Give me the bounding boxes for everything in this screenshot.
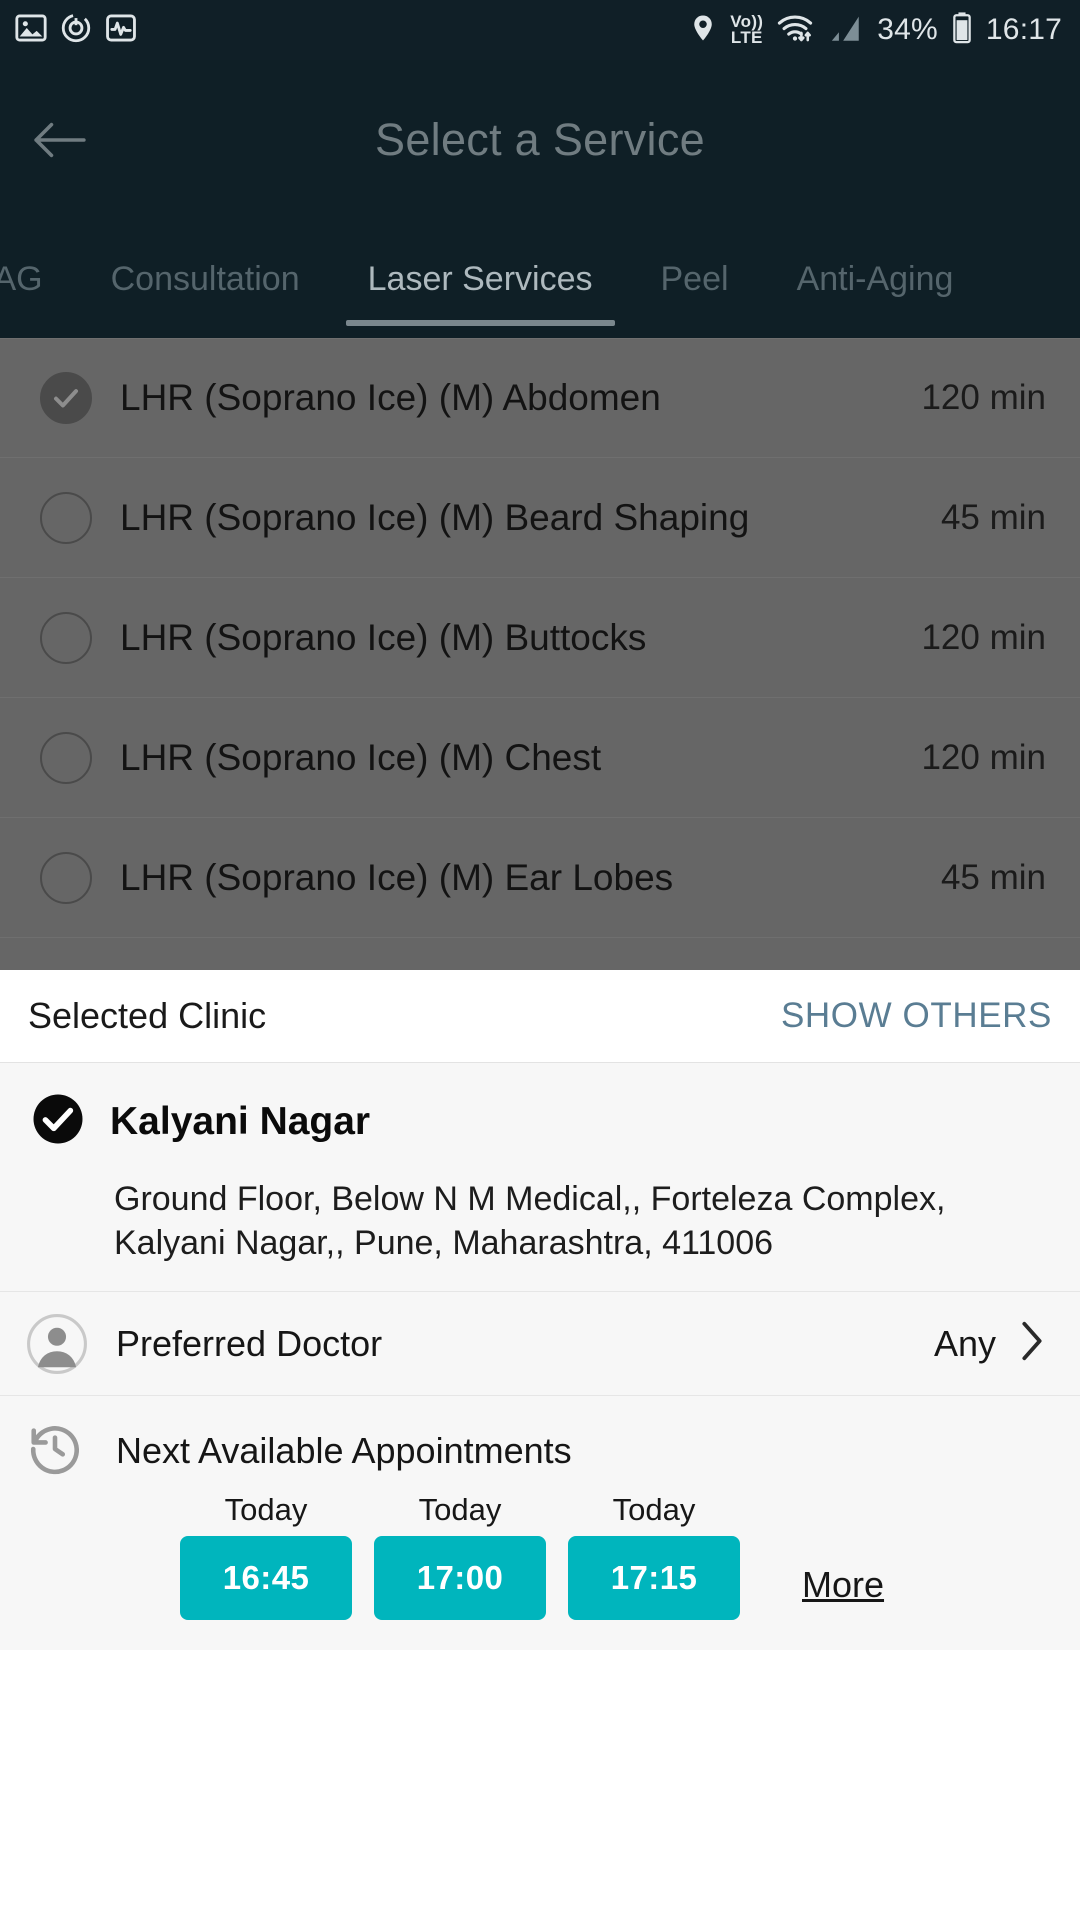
tab-label: Anti-Aging (796, 259, 954, 298)
status-bar: Vo)) LTE 34% 16:17 (0, 0, 1080, 60)
status-bar-notifications (14, 11, 138, 50)
battery-percent-label: 34% (877, 13, 938, 46)
preferred-doctor-value: Any (933, 1322, 996, 1364)
slot-day-label: Today (224, 1492, 308, 1528)
service-label: LHR (Soprano Ice) (M) Chest (120, 736, 602, 778)
service-radio[interactable] (40, 731, 92, 784)
service-row[interactable]: LHR (Soprano Ice) (M) Buttocks 120 min (0, 578, 1080, 698)
clinic-address: Ground Floor, Below N M Medical,, Fortel… (114, 1178, 1050, 1265)
chevron-right-icon (1018, 1318, 1046, 1369)
clinic-name: Kalyani Nagar (110, 1099, 371, 1143)
tab-laser-services[interactable]: Laser Services (334, 220, 627, 338)
appointment-slot[interactable]: Today 17:15 (568, 1492, 740, 1621)
service-radio[interactable] (40, 851, 92, 904)
clinic-address-line-1: Ground Floor, Below N M Medical,, Fortel… (114, 1180, 946, 1218)
appointment-slots[interactable]: Today 16:45 Today 17:00 Today 17:15 More (0, 1488, 1080, 1651)
timer-icon (59, 11, 93, 50)
service-list[interactable]: LHR (Soprano Ice) (M) Abdomen 120 min LH… (0, 338, 1080, 970)
preferred-doctor-row[interactable]: Preferred Doctor Any (0, 1292, 1080, 1397)
slot-time-chip[interactable]: 16:45 (180, 1536, 352, 1621)
tab-label: Peel (660, 259, 729, 298)
service-row[interactable]: LHR (Soprano Ice) (M) Fore Arms 150 min (0, 938, 1080, 970)
tab-consultation[interactable]: Consultation (77, 220, 334, 338)
service-label: LHR (Soprano Ice) (M) Ear Lobes (120, 856, 674, 898)
clinic-address-line-2: Kalyani Nagar,, Pune, Maharashtra, 41100… (114, 1223, 774, 1262)
service-label: LHR (Soprano Ice) (M) Abdomen (120, 377, 661, 418)
slot-time-chip[interactable]: 17:00 (374, 1536, 546, 1621)
appointment-slot[interactable]: Today 16:45 (180, 1492, 352, 1621)
clock-label: 16:17 (985, 13, 1062, 46)
activity-icon (104, 11, 138, 50)
volte-indicator: Vo)) LTE (730, 14, 763, 47)
slot-time-chip[interactable]: 17:15 (568, 1536, 740, 1621)
service-row[interactable]: LHR (Soprano Ice) (M) Ear Lobes 45 min (0, 818, 1080, 938)
back-button[interactable] (0, 60, 120, 220)
service-label: LHR (Soprano Ice) (M) Buttocks (120, 616, 647, 658)
service-row[interactable]: LHR (Soprano Ice) (M) Abdomen 120 min (0, 338, 1080, 458)
tab-label: Laser Services (367, 259, 593, 298)
image-icon (14, 11, 48, 50)
slot-day-label: Today (612, 1492, 696, 1528)
person-avatar-icon (26, 1313, 88, 1375)
service-duration: 45 min (940, 497, 1046, 537)
appointment-slot[interactable]: Today 17:00 (374, 1492, 546, 1621)
selected-clinic-sheet: Selected Clinic SHOW OTHERS Kalyani Naga… (0, 970, 1080, 1651)
tab-label: -YAG (0, 259, 43, 298)
slot-day-label: Today (418, 1492, 502, 1528)
show-others-button[interactable]: SHOW OTHERS (781, 996, 1052, 1036)
sheet-title: Selected Clinic (28, 995, 267, 1036)
battery-icon (950, 11, 974, 50)
phone-screen: Vo)) LTE 34% 16:17 Select a Service AG C… (0, 0, 1080, 1920)
preferred-doctor-label: Preferred Doctor (116, 1322, 383, 1364)
location-pin-icon (688, 11, 718, 50)
service-label: LHR (Soprano Ice) (M) Beard Shaping (120, 496, 750, 538)
page-title: Select a Service (375, 114, 705, 165)
service-duration: 120 min (921, 378, 1046, 417)
cellular-signal-icon (827, 11, 865, 50)
tab-yag[interactable]: -YAG (0, 220, 77, 338)
service-duration: 120 min (921, 737, 1046, 777)
back-arrow-icon (34, 122, 86, 158)
service-duration: 45 min (940, 857, 1046, 897)
tab-bar[interactable]: -YAG Consultation Laser Services Peel An… (0, 220, 1080, 338)
service-radio[interactable] (40, 491, 92, 544)
clinic-name-row: Kalyani Nagar (30, 1091, 1050, 1152)
status-bar-indicators: Vo)) LTE 34% 16:17 (688, 11, 1062, 50)
tab-anti-aging[interactable]: Anti-Aging (763, 220, 988, 338)
volte-bottom-text: LTE (730, 28, 763, 47)
history-clock-icon (26, 1420, 88, 1482)
wifi-icon (775, 11, 815, 50)
app-bar: Select a Service (0, 60, 1080, 220)
service-row[interactable]: LHR (Soprano Ice) (M) Chest 120 min (0, 698, 1080, 818)
service-radio[interactable] (40, 611, 92, 664)
check-circle-icon (30, 1091, 86, 1152)
check-icon (54, 389, 78, 408)
clinic-card[interactable]: Kalyani Nagar Ground Floor, Below N M Me… (0, 1063, 1080, 1293)
tab-peel[interactable]: Peel (627, 220, 763, 338)
service-radio-selected[interactable] (40, 372, 92, 424)
next-appointments-header: Next Available Appointments (0, 1396, 1080, 1489)
more-slots-link[interactable]: More (802, 1564, 884, 1606)
service-duration: 120 min (921, 617, 1046, 657)
service-row[interactable]: LHR (Soprano Ice) (M) Beard Shaping 45 m… (0, 458, 1080, 578)
sheet-header: Selected Clinic SHOW OTHERS (0, 970, 1080, 1063)
tab-label: Consultation (110, 259, 300, 298)
next-appointments-label: Next Available Appointments (116, 1430, 572, 1472)
